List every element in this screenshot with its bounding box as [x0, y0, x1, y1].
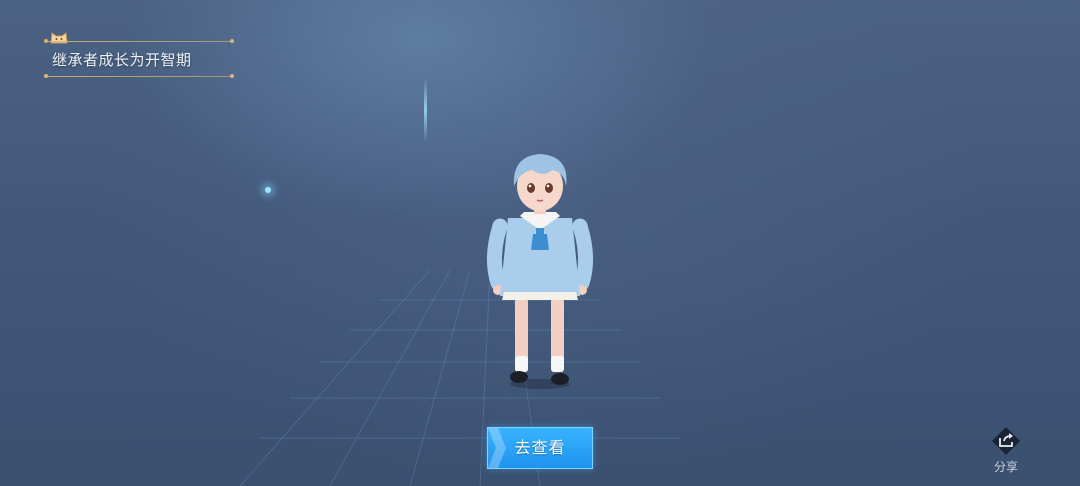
heir-child-character — [487, 154, 593, 389]
go-view-button[interactable]: 去查看 — [487, 427, 593, 469]
light-streak — [424, 78, 427, 142]
notice-text: 继承者成长为开智期 — [52, 51, 192, 69]
notice-bottom-rule — [46, 76, 232, 77]
notice-top-rule — [46, 41, 232, 42]
share-icon — [992, 427, 1020, 455]
share-button[interactable]: 分享 — [984, 426, 1028, 478]
game-scene: 继承者成长为开智期 去查看 分享 — [0, 0, 1080, 486]
go-view-label: 去查看 — [514, 438, 566, 457]
growth-notice: 继承者成长为开智期 — [44, 30, 234, 80]
share-label: 分享 — [993, 460, 1018, 474]
light-spark — [265, 187, 271, 193]
